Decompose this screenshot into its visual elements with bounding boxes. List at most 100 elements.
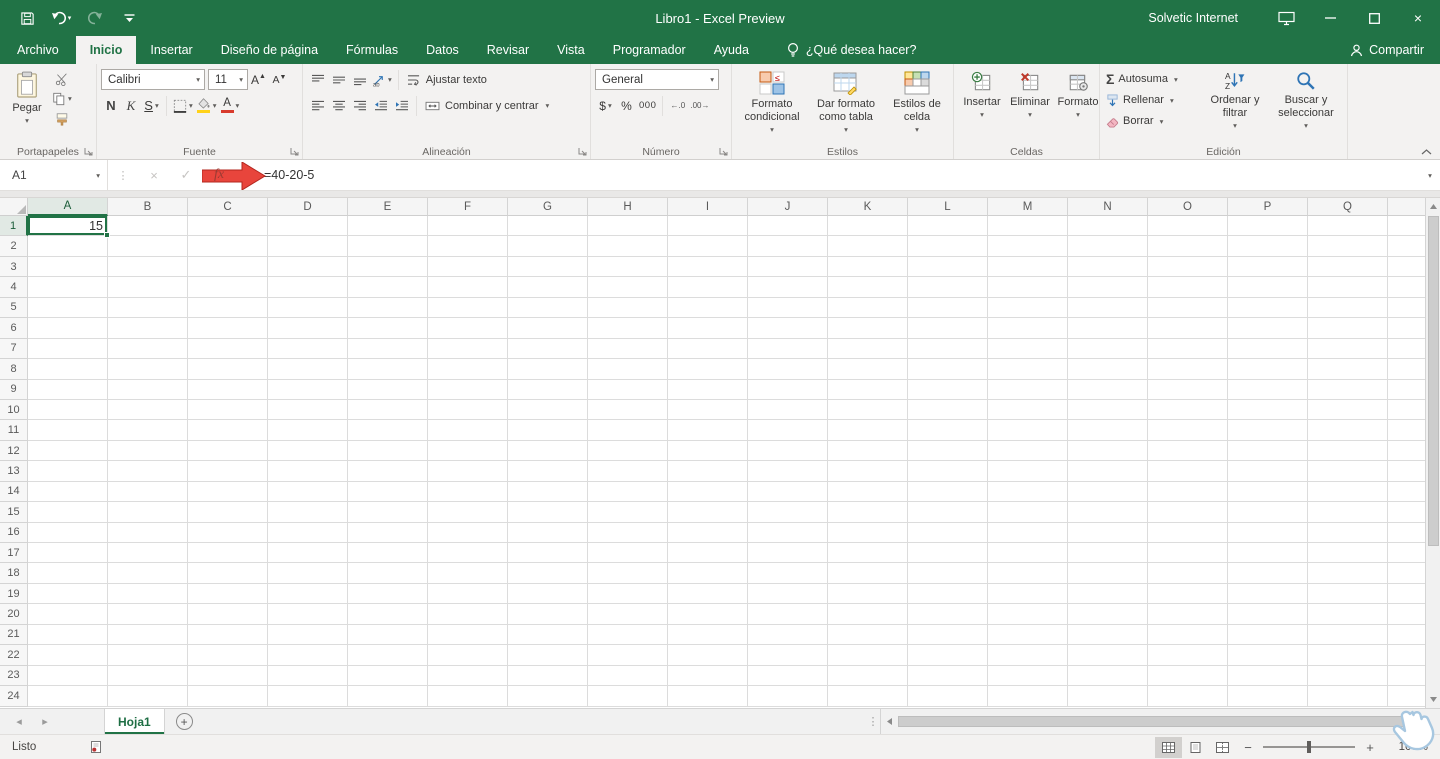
- paste-dropdown-icon[interactable]: ▾: [25, 116, 29, 125]
- cell-J13[interactable]: [748, 461, 828, 482]
- cell-O10[interactable]: [1148, 399, 1228, 421]
- cell-Q21[interactable]: [1308, 624, 1388, 646]
- cell-E5[interactable]: [348, 297, 428, 319]
- cell-O1[interactable]: [1148, 216, 1228, 237]
- cell-I2[interactable]: [668, 236, 748, 257]
- cell-H23[interactable]: [588, 665, 668, 687]
- cell-E1[interactable]: [348, 216, 428, 237]
- cell-E2[interactable]: [348, 236, 428, 257]
- cell-J3[interactable]: [748, 256, 828, 278]
- row-header-15[interactable]: 15: [0, 502, 28, 523]
- row-header-8[interactable]: 8: [0, 359, 28, 380]
- decrease-indent-button[interactable]: [370, 95, 391, 116]
- cell-B10[interactable]: [108, 399, 188, 421]
- cell-G19[interactable]: [508, 583, 588, 605]
- clear-dropdown-icon[interactable]: ▾: [1160, 117, 1164, 126]
- cell-J20[interactable]: [748, 604, 828, 625]
- cell-A8[interactable]: [28, 359, 108, 380]
- font-family-dropdown-icon[interactable]: ▾: [196, 75, 200, 84]
- increase-indent-button[interactable]: [391, 95, 412, 116]
- cell-E21[interactable]: [348, 624, 428, 646]
- insert-cells-button[interactable]: Insertar ▾: [958, 68, 1006, 144]
- font-size-dropdown-icon[interactable]: ▾: [239, 75, 243, 84]
- normal-view-button[interactable]: [1155, 736, 1182, 758]
- cell-F24[interactable]: [428, 686, 508, 707]
- cell-H6[interactable]: [588, 318, 668, 339]
- cell-D5[interactable]: [268, 297, 348, 319]
- cell-M9[interactable]: [988, 379, 1068, 400]
- cell-L4[interactable]: [908, 277, 988, 298]
- cell-K22[interactable]: [828, 645, 908, 666]
- cell-styles-button[interactable]: Estilos de celda ▾: [884, 68, 950, 144]
- cell-H24[interactable]: [588, 686, 668, 707]
- cell-N5[interactable]: [1068, 297, 1148, 319]
- cell-C6[interactable]: [188, 318, 268, 339]
- page-layout-view-button[interactable]: [1182, 737, 1209, 758]
- cell-D15[interactable]: [268, 502, 348, 523]
- cell-K14[interactable]: [828, 481, 908, 503]
- tell-me-box[interactable]: ¿Qué desea hacer?: [787, 36, 916, 64]
- cell-P5[interactable]: [1228, 297, 1308, 319]
- cell-M12[interactable]: [988, 440, 1068, 462]
- cell-H20[interactable]: [588, 604, 668, 625]
- cell-P19[interactable]: [1228, 583, 1308, 605]
- cell-F16[interactable]: [428, 522, 508, 543]
- cell-H18[interactable]: [588, 563, 668, 584]
- cell-O13[interactable]: [1148, 461, 1228, 482]
- cell-L9[interactable]: [908, 379, 988, 400]
- cell-D12[interactable]: [268, 440, 348, 462]
- cell-J17[interactable]: [748, 543, 828, 564]
- cell-M14[interactable]: [988, 481, 1068, 503]
- decrease-font-button[interactable]: A ▼: [269, 69, 290, 90]
- cell-Q16[interactable]: [1308, 522, 1388, 543]
- cell-J18[interactable]: [748, 563, 828, 584]
- name-box-dropdown-icon[interactable]: ▾: [96, 171, 100, 180]
- cell-L18[interactable]: [908, 563, 988, 584]
- display-settings-button[interactable]: [1264, 0, 1308, 36]
- cell-P21[interactable]: [1228, 624, 1308, 646]
- row-header-19[interactable]: 19: [0, 583, 28, 605]
- cell-G12[interactable]: [508, 440, 588, 462]
- cell-C7[interactable]: [188, 338, 268, 360]
- cell-Q9[interactable]: [1308, 379, 1388, 400]
- scroll-up-button[interactable]: [1426, 198, 1440, 215]
- cell-M6[interactable]: [988, 318, 1068, 339]
- cell-K19[interactable]: [828, 583, 908, 605]
- cell-C1[interactable]: [188, 216, 268, 237]
- cell-A19[interactable]: [28, 583, 108, 605]
- cell-J12[interactable]: [748, 440, 828, 462]
- cell-O24[interactable]: [1148, 686, 1228, 707]
- cell-D14[interactable]: [268, 481, 348, 503]
- cell-N18[interactable]: [1068, 563, 1148, 584]
- cell-Q4[interactable]: [1308, 277, 1388, 298]
- cell-M10[interactable]: [988, 399, 1068, 421]
- row-header-9[interactable]: 9: [0, 379, 28, 400]
- cell-C8[interactable]: [188, 359, 268, 380]
- cell-B22[interactable]: [108, 645, 188, 666]
- cell-D3[interactable]: [268, 256, 348, 278]
- column-header-Q[interactable]: Q: [1308, 198, 1388, 216]
- cell-E3[interactable]: [348, 256, 428, 278]
- cell-E22[interactable]: [348, 645, 428, 666]
- cell-A18[interactable]: [28, 563, 108, 584]
- cell-I20[interactable]: [668, 604, 748, 625]
- zoom-in-button[interactable]: +: [1358, 737, 1382, 758]
- fill-button[interactable]: Rellenar ▾: [1104, 90, 1200, 110]
- bold-button[interactable]: N: [101, 98, 121, 113]
- cell-F20[interactable]: [428, 604, 508, 625]
- cell-J15[interactable]: [748, 502, 828, 523]
- cell-Q10[interactable]: [1308, 399, 1388, 421]
- cell-K9[interactable]: [828, 379, 908, 400]
- column-header-B[interactable]: B: [108, 198, 188, 216]
- cell-E24[interactable]: [348, 686, 428, 707]
- cell-A23[interactable]: [28, 665, 108, 687]
- cell-C12[interactable]: [188, 440, 268, 462]
- cell-Q18[interactable]: [1308, 563, 1388, 584]
- cell-I9[interactable]: [668, 379, 748, 400]
- cell-F1[interactable]: [428, 216, 508, 237]
- cell-G23[interactable]: [508, 665, 588, 687]
- increase-font-button[interactable]: A ▲: [248, 69, 269, 90]
- collapse-ribbon-button[interactable]: [1421, 149, 1432, 155]
- cell-O23[interactable]: [1148, 665, 1228, 687]
- cell-O5[interactable]: [1148, 297, 1228, 319]
